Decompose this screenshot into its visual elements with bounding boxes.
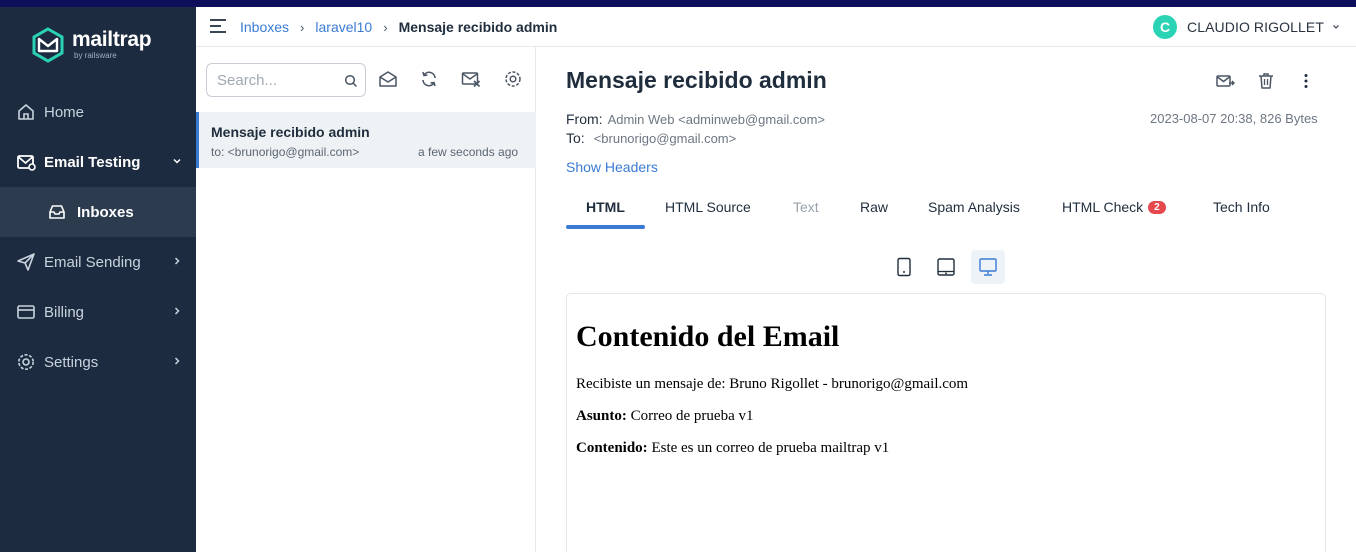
user-menu[interactable]: C CLAUDIO RIGOLLET: [1153, 15, 1340, 39]
desktop-icon: [979, 258, 997, 276]
to-label: To:: [566, 130, 585, 146]
mobile-view-button[interactable]: [887, 250, 921, 284]
trash-icon[interactable]: [1256, 71, 1276, 91]
search-box: [206, 63, 366, 97]
inbox-icon: [49, 205, 65, 219]
email-sender-line: Recibiste un mensaje de: Bruno Rigollet …: [576, 376, 969, 392]
to-row: To: <brunorigo@gmail.com>: [566, 130, 736, 146]
tab-text: Text: [793, 199, 819, 215]
html-check-count-badge: 2: [1148, 201, 1166, 214]
inbox-settings-icon[interactable]: [503, 69, 523, 89]
tab-html[interactable]: HTML: [586, 199, 625, 215]
sidebar-item-label: Email Testing: [44, 153, 141, 171]
tab-html-check[interactable]: HTML Check 2: [1062, 199, 1166, 215]
gear-icon: [18, 354, 34, 370]
message-time: a few seconds ago: [418, 145, 519, 159]
list-item[interactable]: Mensaje recibido admin to: <brunorigo@gm…: [196, 112, 536, 168]
chevron-right-icon: ›: [300, 19, 305, 35]
tablet-icon: [937, 258, 955, 276]
clear-inbox-icon[interactable]: [461, 69, 481, 89]
message-title: Mensaje recibido admin: [566, 67, 827, 93]
user-name: CLAUDIO RIGOLLET: [1187, 19, 1324, 35]
chevron-down-icon: [173, 158, 181, 164]
home-icon: [18, 104, 34, 120]
email-testing-icon: [17, 155, 36, 171]
to-address: <brunorigo@gmail.com>: [593, 131, 737, 146]
mailtrap-logo-icon: [32, 27, 64, 63]
from-address: Admin Web <adminweb@gmail.com>: [607, 112, 826, 127]
chevron-right-icon: [174, 257, 180, 265]
breadcrumb-current: Mensaje recibido admin: [398, 19, 558, 35]
more-options-icon[interactable]: [1296, 71, 1316, 91]
sidebar-item-settings[interactable]: Settings: [0, 337, 196, 387]
sidebar-item-email-testing[interactable]: Email Testing: [0, 137, 196, 187]
tab-tech-info[interactable]: Tech Info: [1213, 199, 1270, 215]
from-label: From:: [566, 111, 603, 127]
search-icon[interactable]: [344, 74, 358, 88]
sidebar-item-billing[interactable]: Billing: [0, 287, 196, 337]
email-content-value: Este es un correo de prueba mailtrap v1: [651, 440, 890, 456]
credit-card-icon: [17, 305, 35, 319]
send-icon: [17, 253, 35, 271]
email-heading: Contenido del Email: [576, 320, 840, 353]
message-meta: 2023-08-07 20:38, 826 Bytes: [1150, 111, 1318, 126]
chevron-down-icon: [1333, 25, 1339, 29]
avatar: C: [1153, 15, 1177, 39]
top-header: Inboxes › laravel10 › Mensaje recibido a…: [196, 7, 1356, 47]
email-subject-value: Correo de prueba v1: [630, 408, 754, 424]
breadcrumb: Inboxes › laravel10 › Mensaje recibido a…: [240, 19, 557, 35]
breadcrumb-inboxes[interactable]: Inboxes: [240, 19, 289, 35]
tab-raw[interactable]: Raw: [860, 199, 888, 215]
from-row: From: Admin Web <adminweb@gmail.com>: [566, 111, 825, 127]
show-headers-link[interactable]: Show Headers: [566, 159, 658, 175]
chevron-right-icon: ›: [383, 19, 388, 35]
email-subject-label: Asunto:: [576, 408, 627, 424]
sidebar-item-email-sending[interactable]: Email Sending: [0, 237, 196, 287]
logo[interactable]: mailtrap by railsware: [30, 27, 152, 63]
message-recipient: to: <brunorigo@gmail.com>: [211, 145, 360, 159]
menu-toggle-icon[interactable]: [209, 19, 227, 33]
email-subject-line: Asunto: Correo de prueba v1: [576, 408, 968, 425]
desktop-view-button[interactable]: [971, 250, 1005, 284]
tab-html-check-label: HTML Check: [1062, 199, 1144, 215]
sidebar-item-inboxes[interactable]: Inboxes: [0, 187, 196, 237]
tab-html-source[interactable]: HTML Source: [665, 199, 751, 215]
refresh-icon[interactable]: [419, 69, 439, 89]
chevron-right-icon: [174, 307, 180, 315]
sidebar-item-label: Home: [44, 103, 85, 121]
forward-email-icon[interactable]: [1215, 71, 1235, 91]
email-content-label: Contenido:: [576, 440, 648, 456]
breadcrumb-inbox[interactable]: laravel10: [315, 19, 372, 35]
sidebar-item-label: Email Sending: [44, 253, 141, 271]
tablet-view-button[interactable]: [929, 250, 963, 284]
sidebar-item-label: Billing: [44, 303, 85, 321]
email-content: Contenido del Email Recibiste un mensaje…: [576, 320, 968, 472]
tab-spam-analysis[interactable]: Spam Analysis: [928, 199, 1020, 215]
logo-wordmark: mailtrap: [72, 28, 152, 51]
active-tab-indicator: [566, 225, 645, 229]
email-content-line: Contenido: Este es un correo de prueba m…: [576, 440, 968, 457]
top-strip: [0, 0, 1356, 7]
sidebar: mailtrap by railsware Home Email Testing…: [0, 7, 196, 552]
message-view-pane: Mensaje recibido admin From: Admin Web <a…: [536, 47, 1356, 552]
sidebar-item-home[interactable]: Home: [0, 87, 196, 137]
chevron-right-icon: [174, 357, 180, 365]
search-input[interactable]: [217, 72, 337, 89]
sidebar-item-label: Settings: [44, 353, 99, 371]
mark-read-icon[interactable]: [378, 69, 398, 89]
message-subject: Mensaje recibido admin: [211, 124, 370, 140]
email-preview: Contenido del Email Recibiste un mensaje…: [566, 293, 1326, 552]
sidebar-item-label: Inboxes: [77, 203, 134, 221]
logo-tagline: by railsware: [74, 51, 117, 60]
mobile-icon: [897, 257, 911, 277]
message-list-pane: Mensaje recibido admin to: <brunorigo@gm…: [196, 47, 536, 552]
